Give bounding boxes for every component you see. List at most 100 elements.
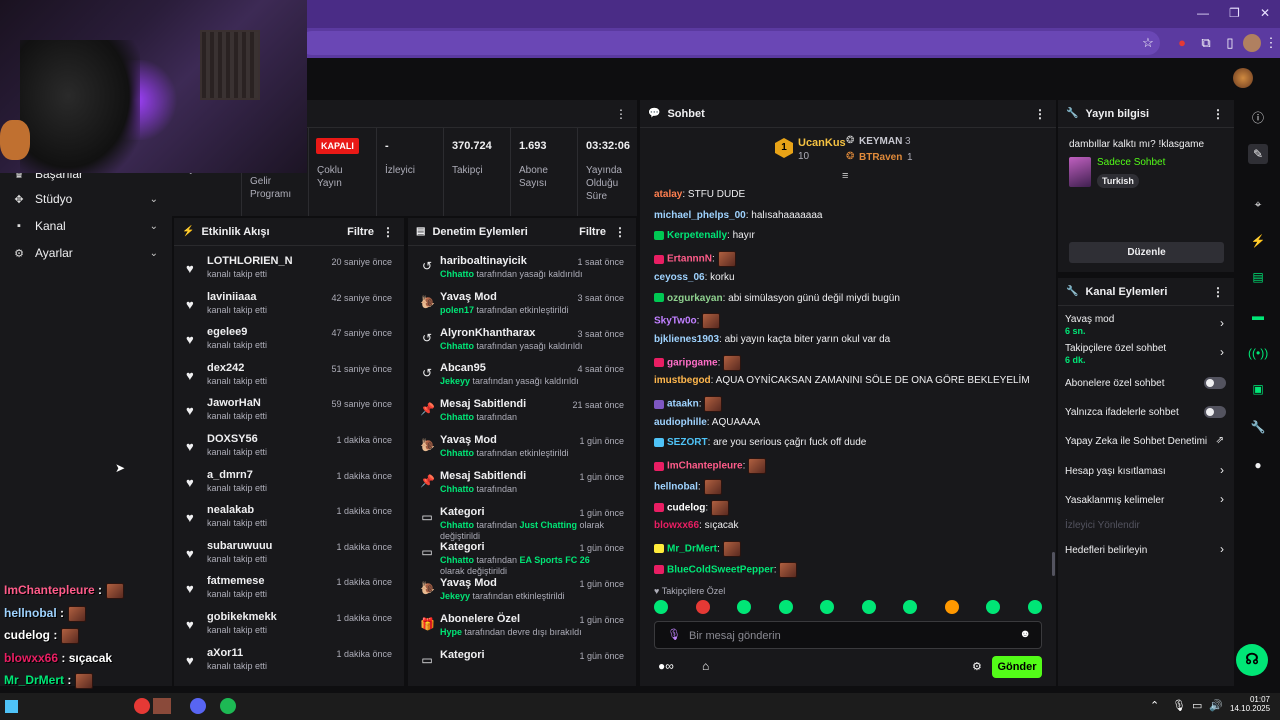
chat-username[interactable]: Kerpetenally bbox=[667, 230, 727, 241]
user-avatar[interactable] bbox=[1233, 68, 1253, 88]
moderator-name[interactable]: Chhatto bbox=[440, 555, 474, 565]
activity-row[interactable]: ♥ laviniiaaa kanalı takip etti 42 saniye ön… bbox=[174, 291, 404, 321]
moderation-row[interactable]: 🐌 Yavaş Mod 1 gün önce Chhatto tarafından e… bbox=[408, 434, 636, 466]
moderation-row[interactable]: ▭ Kategori 1 gün önce Chhatto tarafından Ju… bbox=[408, 506, 636, 541]
chat-username[interactable]: Mr_DrMert bbox=[667, 544, 717, 555]
followers-only-item[interactable]: Takipçilere özel sohbet 6 dk. bbox=[1065, 343, 1166, 365]
moderation-row[interactable]: 🐌 Yavaş Mod 3 saat önce polen17 tarafından … bbox=[408, 291, 636, 323]
chevron-right-icon[interactable]: › bbox=[1220, 316, 1224, 330]
edit-button[interactable]: Düzenle bbox=[1069, 242, 1224, 263]
moderation-row[interactable]: ▭ Kategori 1 gün önce bbox=[408, 649, 636, 681]
moderation-icon[interactable]: ▣ bbox=[1248, 379, 1268, 399]
profile-avatar[interactable] bbox=[1243, 34, 1261, 52]
moderation-row[interactable]: 📌 Mesaj Sabitlendi 21 saat önce Chhatto tar… bbox=[408, 398, 636, 430]
mic-tray-icon[interactable]: 🎙 bbox=[1172, 699, 1186, 712]
kick-points-icon[interactable]: ●∞ bbox=[658, 659, 674, 673]
moderator-name[interactable]: Chhatto bbox=[440, 484, 474, 494]
chat-username[interactable]: SEZORT bbox=[667, 437, 708, 448]
moderation-row[interactable]: 🐌 Yavaş Mod 1 gün önce Jekeyy tarafından et… bbox=[408, 577, 636, 609]
minimize-button[interactable]: — bbox=[1197, 6, 1209, 20]
puzzle-icon[interactable]: ⧉ bbox=[1197, 34, 1215, 52]
activity-row[interactable]: ♥ nealakab kanalı takip etti 1 dakika önce bbox=[174, 504, 404, 534]
moderator-name[interactable]: Hype bbox=[440, 627, 462, 637]
info-icon[interactable]: ⓘ bbox=[1248, 108, 1268, 128]
category-link[interactable]: Sadece Sohbet bbox=[1097, 157, 1165, 168]
focus-icon[interactable]: ⌖ bbox=[1248, 194, 1268, 214]
chat-settings-icon[interactable]: ⚙ bbox=[972, 660, 982, 673]
ai-moderation-item[interactable]: Yapay Zeka ile Sohbet Denetimi bbox=[1065, 436, 1207, 447]
activity-row[interactable]: ♥ gobikekmekk kanalı takip etti 1 dakika ön… bbox=[174, 611, 404, 641]
address-bar[interactable] bbox=[300, 31, 1160, 55]
banned-words-item[interactable]: Yasaklanmış kelimeler bbox=[1065, 495, 1164, 506]
quick-emote[interactable] bbox=[654, 600, 668, 614]
chat-username[interactable]: ImChantepleure bbox=[667, 461, 743, 472]
chat-username[interactable]: ozgurkayan bbox=[667, 293, 723, 304]
extension-icon[interactable]: ● bbox=[1173, 34, 1191, 52]
quick-emote[interactable] bbox=[903, 600, 917, 614]
spotify-icon[interactable] bbox=[220, 698, 236, 714]
chat-username[interactable]: ErtannnN bbox=[667, 254, 712, 265]
nav-settings[interactable]: ⚙ Ayarlar ⌄ bbox=[12, 243, 162, 263]
close-button[interactable]: ✕ bbox=[1260, 6, 1270, 20]
chat-username[interactable]: ataakn bbox=[667, 399, 699, 410]
wrench-icon[interactable]: 🔧 bbox=[1248, 417, 1268, 437]
moderator-name[interactable]: Chhatto bbox=[440, 448, 474, 458]
activity-row[interactable]: ♥ egelee9 kanalı takip etti 47 saniye önce bbox=[174, 326, 404, 356]
chat-username[interactable]: bjklienes1903 bbox=[654, 334, 719, 345]
activity-row[interactable]: ♥ LOTHLORIEN_N kanalı takip etti 20 saniye … bbox=[174, 255, 404, 285]
dots-icon[interactable]: ⋮ bbox=[615, 107, 627, 121]
chevron-right-icon[interactable]: › bbox=[1220, 463, 1224, 477]
emotes-only-toggle[interactable] bbox=[1204, 406, 1226, 418]
activity-row[interactable]: ♥ dex242 kanalı takip etti 51 saniye önce bbox=[174, 362, 404, 392]
stream-tag[interactable]: Turkish bbox=[1097, 174, 1139, 188]
moderator-name[interactable]: polen17 bbox=[440, 305, 474, 315]
points-icon[interactable]: ● bbox=[1248, 455, 1268, 475]
chat-username[interactable]: audiophille bbox=[654, 417, 707, 428]
chevron-right-icon[interactable]: › bbox=[1220, 492, 1224, 506]
send-button[interactable]: Gönder bbox=[992, 656, 1042, 678]
chat-username[interactable]: ceyoss_06 bbox=[654, 272, 705, 283]
chat-username[interactable]: SkyTw0o bbox=[654, 316, 697, 327]
chat-username[interactable]: garipgame bbox=[667, 357, 718, 368]
dots-icon[interactable]: ⋮ bbox=[1212, 107, 1224, 121]
windows-start-icon[interactable] bbox=[5, 700, 18, 713]
chat-icon[interactable]: ▬ bbox=[1248, 306, 1268, 326]
quick-emote[interactable] bbox=[944, 600, 959, 614]
chat-username[interactable]: cudelog bbox=[667, 502, 705, 513]
quick-emote[interactable] bbox=[820, 600, 834, 614]
broadcast-icon[interactable]: ((•)) bbox=[1248, 343, 1268, 363]
quick-emote[interactable] bbox=[1027, 600, 1042, 614]
moderator-name[interactable]: Jekeyy bbox=[440, 376, 470, 386]
chat-input[interactable]: Bir mesaj gönderin bbox=[689, 630, 781, 642]
moderator-name[interactable]: Jekeyy bbox=[440, 591, 470, 601]
quick-emote[interactable] bbox=[861, 600, 876, 614]
chat-username[interactable]: michael_phelps_00 bbox=[654, 210, 746, 221]
pencil-icon[interactable]: ✎ bbox=[1248, 144, 1268, 164]
chevron-right-icon[interactable]: › bbox=[1220, 542, 1224, 556]
activity-row[interactable]: ♥ subaruwuuu kanalı takip etti 1 dakika önc… bbox=[174, 540, 404, 570]
menu-dots-icon[interactable]: ⋮ bbox=[1262, 34, 1280, 52]
goals-item[interactable]: Hedefleri belirleyin bbox=[1065, 545, 1147, 556]
moderation-row[interactable]: 📌 Mesaj Sabitlendi 1 gün önce Chhatto taraf… bbox=[408, 470, 636, 502]
moderator-name[interactable]: Chhatto bbox=[440, 269, 474, 279]
chat-username[interactable]: imustbegod bbox=[654, 375, 711, 386]
moderation-row[interactable]: ↺ AlyronKhantharax 3 saat önce Chhatto tara… bbox=[408, 327, 636, 359]
activity-row[interactable]: ♥ fatmemese kanalı takip etti 1 dakika önce bbox=[174, 575, 404, 605]
chat-username[interactable]: BlueColdSweetPepper bbox=[667, 564, 774, 575]
support-icon[interactable]: ☊ bbox=[1236, 644, 1268, 676]
lightning-icon[interactable]: ⚡ bbox=[1248, 231, 1268, 251]
collapse-icon[interactable]: ≡ bbox=[842, 170, 848, 182]
app-icon[interactable] bbox=[153, 698, 171, 714]
nav-channel[interactable]: ▪ Kanal ⌄ bbox=[12, 216, 162, 236]
multistream-status-badge[interactable]: KAPALI bbox=[316, 138, 359, 154]
filter-button[interactable]: Filtre bbox=[347, 226, 374, 238]
chat-username[interactable]: hellnobal bbox=[654, 481, 698, 492]
quick-emote[interactable] bbox=[695, 600, 710, 614]
moderator-name[interactable]: Chhatto bbox=[440, 520, 474, 530]
network-icon[interactable]: ▭ bbox=[1192, 699, 1202, 712]
quick-emote[interactable] bbox=[986, 600, 1000, 614]
chat-username[interactable]: atalay bbox=[654, 189, 682, 200]
mic-icon[interactable]: 🎙 bbox=[667, 628, 681, 641]
activity-row[interactable]: ♥ aXor11 kanalı takip etti 1 dakika önce bbox=[174, 647, 404, 677]
store-icon[interactable]: ⌂ bbox=[702, 659, 709, 673]
